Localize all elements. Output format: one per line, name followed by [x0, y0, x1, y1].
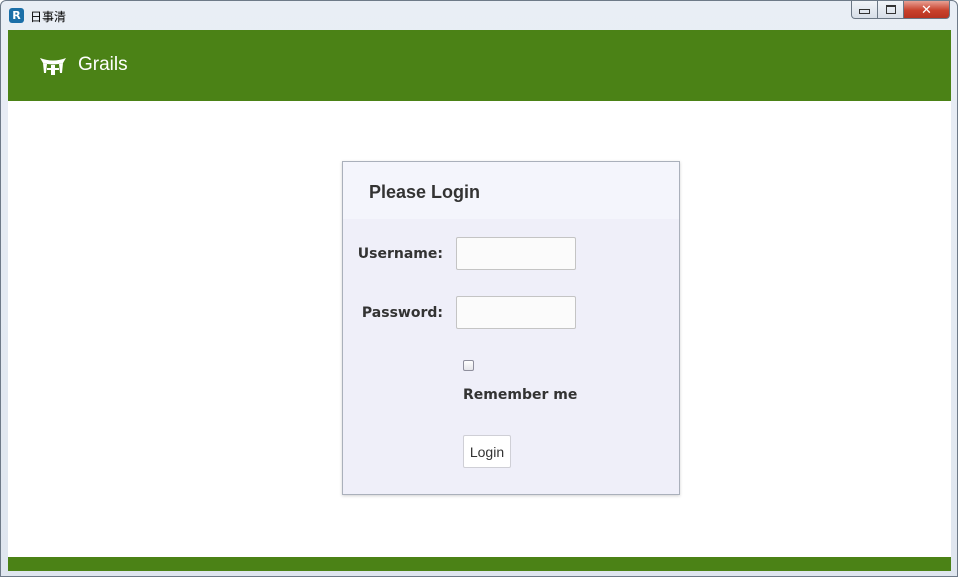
brand-name: Grails: [78, 54, 128, 75]
minimize-icon: [859, 9, 870, 14]
remember-me-checkbox[interactable]: [463, 360, 474, 371]
login-title: Please Login: [369, 182, 481, 202]
browser-content: Grails Please Login Username: Password: …: [8, 30, 951, 571]
password-field[interactable]: [456, 296, 576, 329]
login-panel: Please Login Username: Password: Remembe…: [342, 161, 680, 495]
maximize-button[interactable]: [878, 1, 904, 19]
title-bar[interactable]: R 日事清 ✕: [1, 1, 957, 29]
close-button[interactable]: ✕: [904, 1, 950, 19]
site-footer: [8, 557, 951, 571]
brand-link[interactable]: Grails: [39, 54, 128, 76]
site-header: Grails: [8, 30, 951, 101]
username-row: Username:: [343, 237, 576, 270]
login-button[interactable]: Login: [463, 435, 511, 468]
window-controls: ✕: [851, 1, 950, 20]
login-header: Please Login: [343, 162, 679, 219]
username-label: Username:: [357, 245, 443, 262]
close-icon: ✕: [921, 1, 932, 17]
app-window: R 日事清 ✕ Grails Please Login Username: Pa…: [0, 0, 958, 577]
app-icon: R: [9, 8, 24, 23]
minimize-button[interactable]: [851, 1, 878, 19]
maximize-icon: [885, 5, 896, 14]
grails-logo-icon: [40, 58, 66, 75]
window-title: 日事清: [30, 10, 67, 24]
username-field[interactable]: [456, 237, 576, 270]
password-label: Password:: [361, 304, 443, 321]
remember-me-label[interactable]: Remember me: [463, 387, 577, 403]
password-row: Password:: [343, 296, 576, 329]
